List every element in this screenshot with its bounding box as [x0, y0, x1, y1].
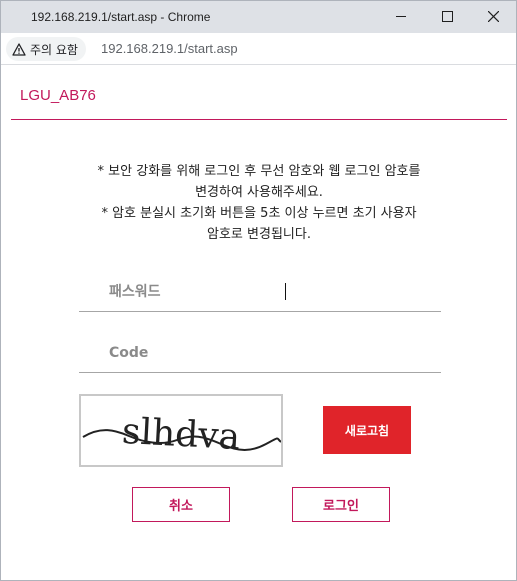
- window-title: 192.168.219.1/start.asp - Chrome: [31, 10, 211, 24]
- url-field[interactable]: 192.168.219.1/start.asp: [101, 41, 238, 56]
- login-button[interactable]: 로그인: [292, 487, 390, 522]
- brand-title: LGU_AB76: [20, 87, 96, 104]
- captcha-image: slhdva: [79, 394, 283, 467]
- minimize-icon: [396, 16, 406, 17]
- code-input[interactable]: [79, 333, 441, 373]
- code-field: [79, 333, 441, 373]
- browser-window: 192.168.219.1/start.asp - Chrome 주의 요함 1…: [0, 0, 517, 581]
- minimize-button[interactable]: [379, 1, 424, 33]
- maximize-icon: [442, 11, 453, 22]
- close-button[interactable]: [471, 1, 516, 33]
- password-field: [79, 272, 441, 312]
- close-icon: [488, 11, 499, 22]
- warning-icon: [12, 42, 26, 56]
- security-notice: * 보안 강화를 위해 로그인 후 무선 암호와 웹 로그인 암호를 변경하여 …: [31, 161, 487, 245]
- address-bar: 주의 요함 192.168.219.1/start.asp: [1, 33, 516, 65]
- cancel-button[interactable]: 취소: [132, 487, 230, 522]
- notice-line: * 암호 분실시 초기화 버튼을 5초 이상 누르면 초기 사용자: [101, 206, 417, 221]
- text-caret: [285, 283, 286, 300]
- notice-line: * 보안 강화를 위해 로그인 후 무선 암호와 웹 로그인 암호를: [97, 164, 421, 179]
- refresh-captcha-button[interactable]: 새로고침: [323, 406, 411, 454]
- brand-divider: [11, 119, 507, 120]
- notice-line: 변경하여 사용해주세요.: [195, 185, 323, 200]
- notice-line: 암호로 변경됩니다.: [207, 227, 311, 242]
- title-bar: 192.168.219.1/start.asp - Chrome: [1, 1, 516, 33]
- password-input[interactable]: [79, 272, 441, 312]
- captcha-text: slhdva: [121, 411, 241, 458]
- captcha-graphic: slhdva: [82, 411, 282, 458]
- security-indicator[interactable]: 주의 요함: [6, 37, 86, 61]
- maximize-button[interactable]: [425, 1, 470, 33]
- security-label: 주의 요함: [30, 42, 78, 57]
